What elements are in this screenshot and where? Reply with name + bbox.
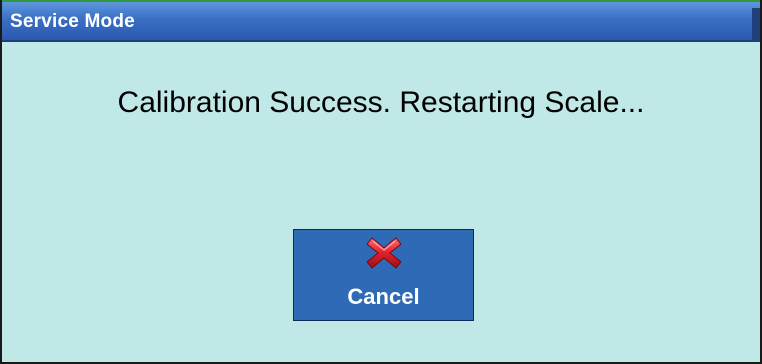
cancel-button-label: Cancel [347, 284, 420, 309]
cancel-button[interactable]: Cancel [293, 229, 474, 321]
title-bar-edge [752, 8, 760, 42]
status-message: Calibration Success. Restarting Scale... [117, 86, 645, 119]
window-title: Service Mode [10, 11, 135, 32]
red-x-icon [366, 236, 402, 270]
service-mode-window: Service Mode Calibration Success. Restar… [0, 0, 762, 364]
title-bar: Service Mode [2, 0, 760, 42]
